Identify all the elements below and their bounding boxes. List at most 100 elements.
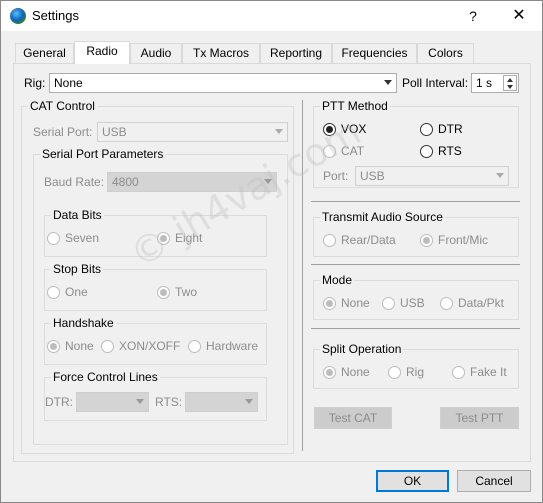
radio-stop-bits-one[interactable] — [47, 286, 60, 299]
separator — [311, 264, 520, 265]
serial-port-select[interactable]: USB — [97, 122, 288, 142]
handshake-title: Handshake — [51, 316, 116, 330]
baud-rate-label: Baud Rate: — [44, 175, 105, 189]
rts-label: RTS: — [155, 395, 183, 409]
serial-port-parameters-group: Serial Port Parameters Baud Rate: 4800 D… — [33, 147, 288, 445]
mode-usb-label: USB — [400, 296, 425, 310]
cat-control-title: CAT Control — [28, 99, 97, 113]
radio-ptt-dtr[interactable] — [420, 123, 433, 136]
mode-group: Mode None USB Data/Pkt — [313, 273, 519, 320]
radio-mode-data-pkt[interactable] — [440, 297, 453, 310]
chevron-down-icon — [245, 399, 253, 404]
stop-bits-one-label: One — [65, 285, 88, 299]
poll-interval-value: 1 s — [476, 76, 493, 90]
radio-handshake-none[interactable] — [47, 340, 60, 353]
tab-radio[interactable]: Radio — [74, 41, 130, 64]
ptt-port-label: Port: — [323, 169, 349, 183]
separator — [311, 201, 520, 202]
chevron-down-icon — [275, 129, 283, 134]
stop-bits-group: Stop Bits One Two — [44, 262, 267, 311]
radio-mode-none[interactable] — [323, 297, 336, 310]
close-button[interactable]: ✕ — [496, 1, 542, 31]
data-bits-seven-label: Seven — [65, 231, 100, 245]
radio-handshake-xonxoff[interactable] — [101, 340, 114, 353]
ptt-rts-label: RTS — [438, 144, 462, 158]
handshake-none-label: None — [65, 339, 94, 353]
ok-button[interactable]: OK — [376, 470, 449, 492]
separator — [311, 328, 520, 329]
force-control-title: Force Control Lines — [51, 370, 160, 384]
audio-rear-data-label: Rear/Data — [341, 233, 396, 247]
radio-split-fake-it[interactable] — [452, 366, 465, 379]
window-title: Settings — [32, 8, 79, 23]
radio-ptt-rts[interactable] — [420, 145, 433, 158]
radio-handshake-hardware[interactable] — [188, 340, 201, 353]
tab-audio[interactable]: Audio — [130, 43, 182, 64]
test-ptt-button[interactable]: Test PTT — [440, 407, 519, 429]
split-operation-title: Split Operation — [320, 342, 404, 356]
radio-ptt-vox[interactable] — [323, 123, 336, 136]
split-operation-group: Split Operation None Rig Fake It — [313, 342, 519, 389]
ptt-port-value: USB — [360, 169, 385, 183]
ptt-method-group: PTT Method VOX DTR CAT RTS Port: USB — [313, 99, 519, 188]
transmit-audio-title: Transmit Audio Source — [320, 210, 445, 224]
vertical-separator — [302, 100, 303, 451]
force-control-lines-group: Force Control Lines DTR: RTS: — [44, 370, 267, 421]
radio-split-none[interactable] — [323, 366, 336, 379]
data-bits-title: Data Bits — [51, 208, 104, 222]
poll-interval-spinbox[interactable]: 1 s — [471, 73, 519, 93]
ptt-vox-label: VOX — [341, 122, 367, 136]
serial-port-value: USB — [102, 125, 127, 139]
handshake-group: Handshake None XON/XOFF Hardware — [44, 316, 267, 365]
chevron-down-icon — [136, 399, 144, 404]
rts-select[interactable] — [185, 392, 258, 412]
transmit-audio-source-group: Transmit Audio Source Rear/Data Front/Mi… — [313, 210, 519, 257]
data-bits-eight-label: Eight — [175, 231, 203, 245]
baud-rate-value: 4800 — [112, 175, 139, 189]
ptt-port-select[interactable]: USB — [355, 166, 509, 186]
chevron-down-icon — [264, 179, 272, 184]
rig-select[interactable]: None — [49, 73, 397, 93]
dtr-select[interactable] — [76, 392, 149, 412]
chevron-down-icon — [496, 173, 504, 178]
cancel-button[interactable]: Cancel — [457, 470, 531, 492]
tab-frequencies[interactable]: Frequencies — [332, 43, 417, 64]
mode-none-label: None — [341, 296, 370, 310]
radio-mode-usb[interactable] — [382, 297, 395, 310]
tab-tx-macros[interactable]: Tx Macros — [182, 43, 260, 64]
ptt-dtr-label: DTR — [438, 122, 463, 136]
app-globe-icon — [10, 8, 26, 24]
radio-tab-panel: Rig: None Poll Interval: 1 s CAT Control… — [13, 63, 531, 462]
audio-front-mic-label: Front/Mic — [438, 233, 489, 247]
poll-interval-label: Poll Interval: — [402, 76, 469, 90]
ptt-cat-label: CAT — [341, 144, 365, 158]
stop-bits-two-label: Two — [175, 285, 198, 299]
radio-audio-front-mic[interactable] — [420, 234, 433, 247]
settings-window: Settings ? ✕ General Radio Audio Tx Macr… — [0, 0, 543, 503]
radio-data-bits-seven[interactable] — [47, 232, 60, 245]
spin-buttons[interactable] — [503, 75, 517, 91]
radio-data-bits-eight[interactable] — [157, 232, 170, 245]
tab-colors[interactable]: Colors — [417, 43, 474, 64]
radio-split-rig[interactable] — [388, 366, 401, 379]
baud-rate-select[interactable]: 4800 — [107, 172, 277, 192]
radio-audio-rear-data[interactable] — [323, 234, 336, 247]
rig-value: None — [54, 76, 83, 90]
radio-stop-bits-two[interactable] — [157, 286, 170, 299]
split-rig-label: Rig — [406, 365, 425, 379]
data-bits-group: Data Bits Seven Eight — [44, 208, 267, 257]
tab-general[interactable]: General — [15, 43, 74, 64]
title-bar: Settings ? ✕ — [1, 1, 542, 31]
radio-ptt-cat[interactable] — [323, 145, 336, 158]
mode-title: Mode — [320, 273, 355, 287]
rig-label: Rig: — [24, 76, 46, 90]
spin-up-icon — [507, 78, 513, 82]
test-cat-button[interactable]: Test CAT — [314, 407, 392, 429]
help-button[interactable]: ? — [450, 1, 496, 31]
handshake-xonxoff-label: XON/XOFF — [119, 339, 181, 353]
stop-bits-title: Stop Bits — [51, 262, 104, 276]
handshake-hardware-label: Hardware — [206, 339, 259, 353]
cat-control-group: CAT Control Serial Port: USB Serial Port… — [21, 99, 294, 454]
split-none-label: None — [341, 365, 370, 379]
tab-reporting[interactable]: Reporting — [260, 43, 332, 64]
